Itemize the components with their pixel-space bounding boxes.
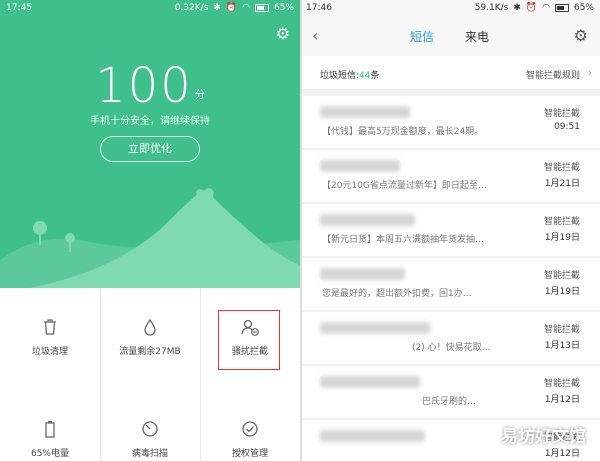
message-item[interactable]: 【代钱】最高5万现金额度，最长24期。 智能拦截 09:51 (302, 96, 600, 148)
message-time: 1月19日 (544, 233, 580, 243)
sender-blurred (320, 160, 400, 172)
message-preview: 【代钱】最高5万现金额度，最长24期。 (322, 127, 484, 137)
grid-item-battery[interactable]: 65%电量 (0, 420, 100, 459)
spam-count-suffix: 条 (370, 71, 380, 81)
trash-icon (44, 319, 56, 335)
spam-count-prefix: 垃圾短信: (320, 71, 360, 81)
grid-item-label: 病毒扫描 (131, 449, 168, 459)
highlight-box (218, 310, 280, 370)
watermark: 易坊好文馆 (501, 427, 586, 447)
bluetooth-icon: ✱ (513, 3, 521, 13)
battery-level: 65% (273, 3, 294, 13)
spam-count-text: 垃圾短信:44条 (320, 68, 380, 81)
wifi-icon: ◠ (242, 3, 250, 13)
message-preview: 巴氏牙刷的… (422, 397, 477, 407)
sender-blurred (320, 376, 420, 388)
battery-icon (554, 4, 569, 12)
landscape-illustration (0, 188, 300, 288)
message-time: 1月12日 (544, 449, 580, 459)
alarm-icon: ⏰ (525, 3, 538, 13)
intercept-tag: 智能拦截 (543, 163, 580, 173)
settings-gear-icon[interactable]: ⚙ (276, 24, 290, 43)
wifi-icon: ◠ (542, 3, 550, 13)
blocked-sms-panel: 17:46 59.1K/s ✱ ⏰ ◠ 65% ‹ 短信 来电 ⚙ 垃圾短信:4… (302, 0, 600, 461)
status-time: 17:45 (6, 3, 32, 13)
message-preview: (2) 心！快易花取… (412, 343, 491, 353)
network-speed: 0.32K/s (174, 3, 209, 13)
check-icon (242, 421, 258, 437)
sender-blurred (320, 106, 410, 118)
sender-blurred (320, 322, 430, 334)
tab-sms[interactable]: 短信 (410, 28, 434, 45)
back-chevron-icon[interactable]: ‹ (312, 26, 318, 45)
message-time: 1月13日 (544, 341, 580, 351)
score-unit: 分 (194, 90, 205, 101)
battery-level: 65% (573, 3, 594, 13)
message-preview: 【20元10G省点流量过新年】即日起至… (322, 181, 487, 191)
message-item[interactable]: 【新元日货】本周五六满额抽年货发抽… 智能拦截 1月19日 (302, 204, 600, 256)
intercept-tag: 智能拦截 (543, 271, 580, 281)
intercept-tag: 智能拦截 (543, 217, 580, 227)
settings-gear-icon[interactable]: ⚙ (574, 26, 588, 45)
scan-icon (142, 421, 158, 437)
network-speed: 59.1K/s (474, 3, 509, 13)
sender-blurred (320, 430, 425, 442)
intercept-tag: 智能拦截 (543, 379, 580, 389)
spam-count: 44 (359, 71, 371, 81)
grid-item-data-usage[interactable]: 流量剩余27MB (100, 318, 200, 357)
grid-item-permissions[interactable]: 授权管理 (200, 420, 300, 459)
battery-icon (45, 421, 55, 438)
chevron-right-icon[interactable]: › (588, 66, 592, 79)
grid-item-label: 65%电量 (30, 449, 69, 459)
message-time: 1月21日 (544, 179, 580, 189)
intercept-tag: 智能拦截 (543, 109, 580, 119)
optimize-button[interactable]: 立即优化 (100, 136, 200, 162)
message-item[interactable]: (2) 心！快易花取… 智能拦截 1月13日 (302, 312, 600, 364)
grid-item-label: 授权管理 (231, 449, 268, 459)
security-center-panel: 17:45 0.32K/s ✱ ⏰ ◠ 65% ⚙ 100 分 手机十分安全，请继… (0, 0, 300, 461)
status-time: 17:46 (306, 3, 332, 13)
message-time: 09:51 (554, 122, 580, 132)
spam-summary-bar: 垃圾短信:44条 智能拦截规则 › (302, 56, 600, 90)
grid-item-virus-scan[interactable]: 病毒扫描 (100, 420, 200, 459)
security-tip: 手机十分安全，请继续保持 (90, 116, 210, 127)
battery-icon (254, 4, 269, 12)
sender-blurred (320, 214, 415, 226)
top-bar: 17:46 59.1K/s ✱ ⏰ ◠ 65% ‹ 短信 来电 ⚙ (302, 0, 600, 56)
bluetooth-icon: ✱ (213, 3, 221, 13)
message-time: 1月12日 (544, 395, 580, 405)
message-preview: 【新元日货】本周五六满额抽年货发抽… (322, 235, 485, 245)
grid-item-trash-clean[interactable]: 垃圾清理 (0, 318, 100, 357)
message-item[interactable]: 巴氏牙刷的… 智能拦截 1月12日 (302, 366, 600, 418)
grid-item-label: 垃圾清理 (31, 347, 68, 357)
alarm-icon: ⏰ (225, 3, 238, 13)
security-score: 100 分 (0, 58, 300, 114)
message-preview: 您是最好的，超出额外扣费，回1办… (322, 289, 472, 299)
score-header: 17:45 0.32K/s ✱ ⏰ ◠ 65% ⚙ 100 分 手机十分安全，请继… (0, 0, 300, 288)
status-bar: 17:45 0.32K/s ✱ ⏰ ◠ 65% (0, 0, 300, 18)
score-value: 100 (95, 58, 193, 114)
message-item[interactable]: 您是最好的，超出额外扣费，回1办… 智能拦截 1月19日 (302, 258, 600, 310)
status-bar: 17:46 59.1K/s ✱ ⏰ ◠ 65% (302, 0, 600, 18)
message-time: 1月19日 (544, 287, 580, 297)
drop-icon (144, 318, 156, 336)
message-item[interactable]: 【20元10G省点流量过新年】即日起至… 智能拦截 1月21日 (302, 150, 600, 202)
tab-calls[interactable]: 来电 (465, 28, 489, 45)
block-rules-link[interactable]: 智能拦截规则 (526, 68, 580, 81)
intercept-tag: 智能拦截 (543, 325, 580, 335)
grid-item-label: 流量剩余27MB (119, 347, 181, 357)
sender-blurred (320, 268, 405, 280)
